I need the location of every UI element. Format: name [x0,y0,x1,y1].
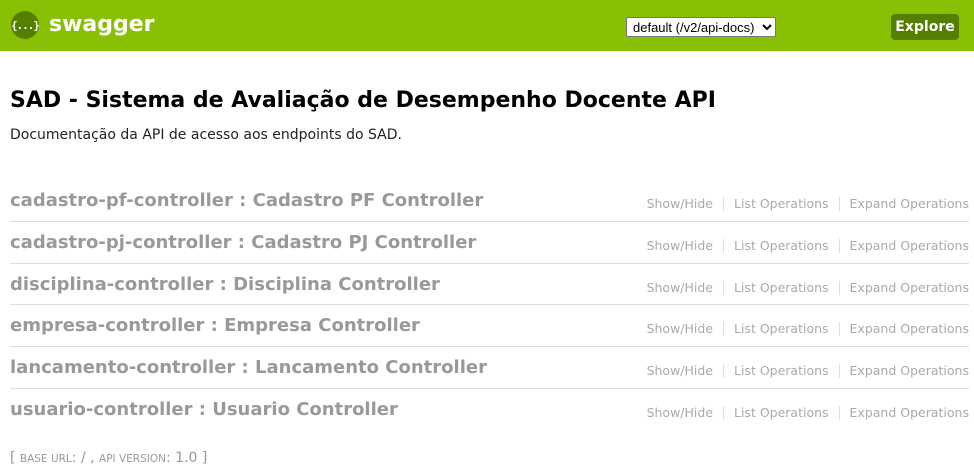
expand-operations-link[interactable]: Expand Operations [838,364,969,379]
list-operations-link[interactable]: List Operations [723,280,839,295]
base-url-value: : / , [71,450,95,466]
resource-operations: Show/Hide List Operations Expand Operati… [637,322,969,337]
resource-name-link[interactable]: cadastro-pj-controller : Cadastro PJ Con… [10,232,476,253]
base-url-label: base url [19,453,72,465]
resource-cadastro-pj: cadastro-pj-controller : Cadastro PJ Con… [10,222,969,264]
show-hide-link[interactable]: Show/Hide [637,322,723,336]
resource-lancamento: lancamento-controller : Lancamento Contr… [10,347,969,389]
api-version-label: api version [99,453,166,465]
resource-operations: Show/Hide List Operations Expand Operati… [637,405,969,420]
resource-name-link[interactable]: lancamento-controller : Lancamento Contr… [10,357,487,378]
expand-operations-link[interactable]: Expand Operations [838,197,969,211]
resource-operations: Show/Hide List Operations Expand Operati… [637,238,969,253]
resource-operations: Show/Hide List Operations Expand Operati… [637,197,969,211]
resource-empresa: empresa-controller : Empresa Controller … [10,305,969,348]
resource-name-link[interactable]: usuario-controller : Usuario Controller [10,399,398,420]
resource-name-link[interactable]: disciplina-controller : Disciplina Contr… [10,274,440,295]
resource-name-link[interactable]: cadastro-pf-controller : Cadastro PF Con… [10,190,483,211]
api-description: Documentação da API de acesso aos endpoi… [10,127,402,143]
expand-operations-link[interactable]: Expand Operations [838,322,969,337]
api-version-value: : 1.0 [165,450,198,466]
top-bar: {...} swagger default (/v2/api-docs) Exp… [0,0,974,51]
resource-operations: Show/Hide List Operations Expand Operati… [637,364,969,379]
show-hide-link[interactable]: Show/Hide [637,364,723,378]
api-info-footer: [ base url: / , api version: 1.0 ] [10,450,207,466]
explore-button[interactable]: Explore [891,14,959,40]
resource-operations: Show/Hide List Operations Expand Operati… [637,280,969,295]
expand-operations-link[interactable]: Expand Operations [838,405,969,420]
show-hide-link[interactable]: Show/Hide [637,280,723,295]
resource-name-link[interactable]: empresa-controller : Empresa Controller [10,315,420,336]
api-title: SAD - Sistema de Avaliação de Desempenho… [10,88,716,113]
show-hide-link[interactable]: Show/Hide [637,405,723,420]
list-operations-link[interactable]: List Operations [723,238,839,253]
swagger-logo-icon: {...} [11,11,40,39]
spec-select[interactable]: default (/v2/api-docs) [626,17,776,37]
resource-cadastro-pf: cadastro-pf-controller : Cadastro PF Con… [10,180,969,222]
list-operations-link[interactable]: List Operations [723,364,839,379]
swagger-logo-text: swagger [49,12,155,37]
footer-close-bracket: ] [201,450,208,466]
expand-operations-link[interactable]: Expand Operations [838,280,969,295]
resource-disciplina: disciplina-controller : Disciplina Contr… [10,264,969,306]
resource-list: cadastro-pf-controller : Cadastro PF Con… [10,180,969,431]
footer-open-bracket: [ [10,450,16,466]
list-operations-link[interactable]: List Operations [723,405,839,420]
resource-usuario: usuario-controller : Usuario Controller … [10,389,969,431]
list-operations-link[interactable]: List Operations [723,322,839,337]
show-hide-link[interactable]: Show/Hide [637,197,723,211]
list-operations-link[interactable]: List Operations [723,197,839,211]
swagger-logo[interactable]: {...} swagger [11,11,155,39]
expand-operations-link[interactable]: Expand Operations [838,238,969,253]
show-hide-link[interactable]: Show/Hide [637,238,723,253]
